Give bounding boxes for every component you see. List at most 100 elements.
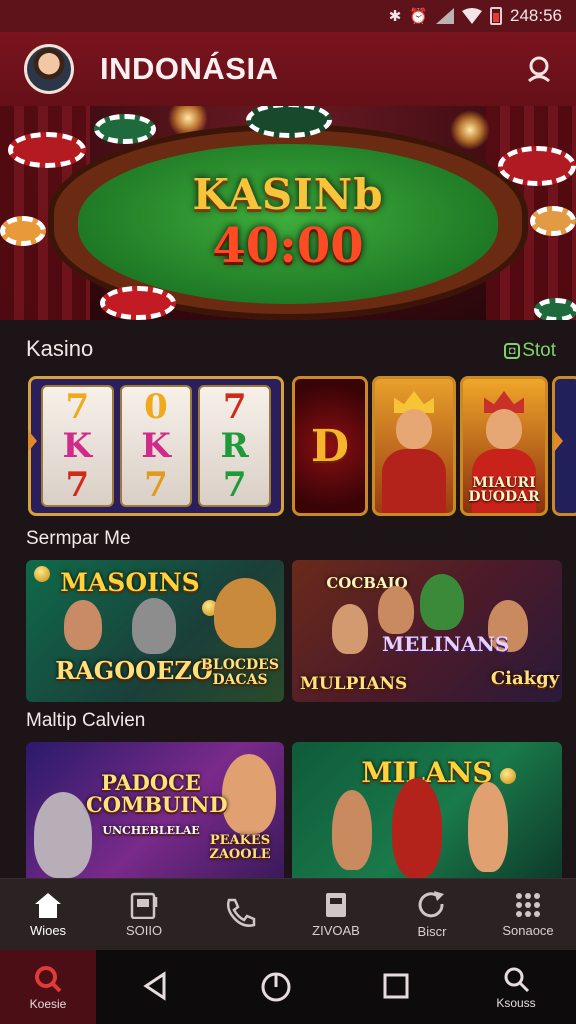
slot-reel: 0 K 7: [119, 385, 193, 507]
system-recent-button[interactable]: [336, 950, 456, 1024]
phone-icon: [226, 898, 256, 927]
character-figure: [132, 598, 176, 654]
status-bar: ✱ ⏰ 248:56: [0, 0, 576, 32]
sys-label: Koesie: [29, 996, 67, 1011]
system-back-button[interactable]: [96, 950, 216, 1024]
character-figure: [392, 778, 442, 878]
character-figure: [332, 790, 372, 870]
slot-machine-tile[interactable]: 7 K 7 0 K 7 7 R 7: [28, 376, 284, 516]
character-figure: [468, 782, 508, 872]
poker-chip: [94, 114, 156, 144]
bottom-navigation: Wioes SOIIO ZIVOAB Biscr Sonaoce: [0, 878, 576, 950]
reel-symbol: K: [62, 425, 93, 466]
card-subtitle: RAGOOEZO: [55, 656, 213, 685]
poker-chip: [8, 132, 86, 168]
reel-symbol: 7: [65, 386, 90, 427]
nav-item-slot[interactable]: SOIIO: [96, 879, 192, 950]
battery-icon: [490, 7, 502, 25]
signal-icon: [436, 8, 454, 24]
avatar[interactable]: [24, 44, 74, 94]
reel-symbol: K: [141, 425, 171, 466]
system-power-button[interactable]: [216, 950, 336, 1024]
status-time: 248:56: [510, 6, 562, 25]
bluetooth-icon: ✱: [388, 8, 402, 25]
nav-label: ZIVOAB: [312, 923, 360, 938]
coin-icon: [500, 768, 516, 784]
reel-symbol: R: [220, 425, 249, 466]
card-subtitle: UNCHEBLELAE: [102, 824, 200, 837]
profile-icon: [527, 56, 551, 83]
nav-label: Biscr: [417, 924, 447, 939]
system-navigation: Koesie Ksouss: [0, 950, 576, 1024]
card-subtitle: MELINANS: [382, 632, 510, 656]
see-all-link[interactable]: ◘ Stot: [504, 340, 556, 362]
system-search-button[interactable]: Ksouss: [456, 950, 576, 1024]
card-badge: MULPIANS: [300, 674, 408, 694]
tile-caption: MIAURI DUODAR: [468, 474, 540, 506]
recent-icon: [383, 973, 409, 998]
character-figure: [332, 604, 368, 654]
character-head: [396, 409, 432, 449]
grid-icon: [516, 893, 540, 917]
character-figure: [64, 600, 102, 650]
app-header: INDONÁSIA: [0, 32, 576, 106]
reel-symbol: 7: [65, 465, 90, 506]
sys-label: Ksouss: [496, 995, 536, 1010]
game-tile-pharaoh[interactable]: [372, 376, 456, 516]
home-icon: [35, 893, 61, 918]
profile-button[interactable]: [522, 52, 556, 86]
character-figure: [214, 578, 276, 648]
search-icon: [504, 967, 530, 992]
slot-icon: [130, 892, 158, 919]
slot-badge-icon: ◘: [504, 343, 521, 359]
nav-item-document[interactable]: ZIVOAB: [288, 879, 384, 950]
game-tile-king[interactable]: MIAURI DUODAR: [460, 376, 548, 516]
page-title: INDONÁSIA: [100, 51, 279, 86]
section-title-second: Sermpar Me: [26, 528, 131, 549]
reel-symbol: 0: [144, 386, 168, 427]
nav-label: Wioes: [29, 923, 67, 938]
card-badge: PEAKES ZAOOLE: [209, 833, 271, 863]
character-head: [486, 409, 522, 449]
game-card[interactable]: MASOINS RAGOOEZO BLOCDES DACAS: [26, 560, 284, 702]
nav-label: SOIIO: [125, 923, 163, 938]
document-icon: [326, 893, 346, 917]
carousel-arrow-right-icon[interactable]: [554, 430, 563, 452]
character-figure: [378, 586, 414, 634]
slot-reel: 7 K 7: [41, 385, 114, 507]
card-badge: BLOCDES DACAS: [201, 657, 279, 689]
character-figure: [222, 754, 276, 834]
card-title: PADOCE COMBUIND: [86, 770, 228, 818]
search-icon: [35, 965, 62, 992]
character-figure: [34, 792, 92, 878]
slot-reel: 7 R 7: [198, 385, 272, 507]
card-tag: Ciakgy: [490, 668, 560, 689]
nav-item-refresh[interactable]: Biscr: [384, 879, 480, 950]
character-figure: [420, 574, 464, 630]
game-tile-d[interactable]: D: [292, 376, 368, 516]
section-title-third: Maltip Calvien: [26, 710, 146, 731]
alarm-icon: ⏰: [409, 8, 428, 25]
nav-item-home[interactable]: Wioes: [0, 879, 96, 950]
nav-item-grid[interactable]: Sonaoce: [480, 879, 576, 950]
kasino-carousel[interactable]: 7 K 7 0 K 7 7 R 7 D MIAURI DUODAR: [24, 374, 576, 518]
stage-light: [450, 110, 490, 150]
game-card[interactable]: MILANS: [292, 742, 562, 878]
nav-item-phone[interactable]: [192, 879, 288, 950]
hero-title: KASINb: [192, 170, 384, 219]
reel-symbol: 7: [222, 386, 247, 427]
reel-symbol: 7: [222, 465, 247, 506]
refresh-icon: [418, 891, 444, 918]
poker-chip: [100, 286, 176, 320]
game-card[interactable]: COCBAIO MELINANS MULPIANS Ciakgy: [292, 560, 562, 702]
tile-d-label: D: [310, 420, 350, 472]
power-icon: [261, 972, 291, 1001]
hero-banner[interactable]: KASINb 40:00: [0, 106, 576, 320]
game-card[interactable]: PADOCE COMBUIND UNCHEBLELAE PEAKES ZAOOL…: [26, 742, 284, 878]
system-home-button[interactable]: Koesie: [0, 950, 96, 1024]
poker-chip: [534, 298, 576, 320]
nav-label: Sonaoce: [502, 923, 554, 938]
carousel-arrow-left-icon[interactable]: [28, 430, 37, 452]
character-body: [382, 449, 446, 513]
reel-symbol: 7: [144, 465, 168, 506]
